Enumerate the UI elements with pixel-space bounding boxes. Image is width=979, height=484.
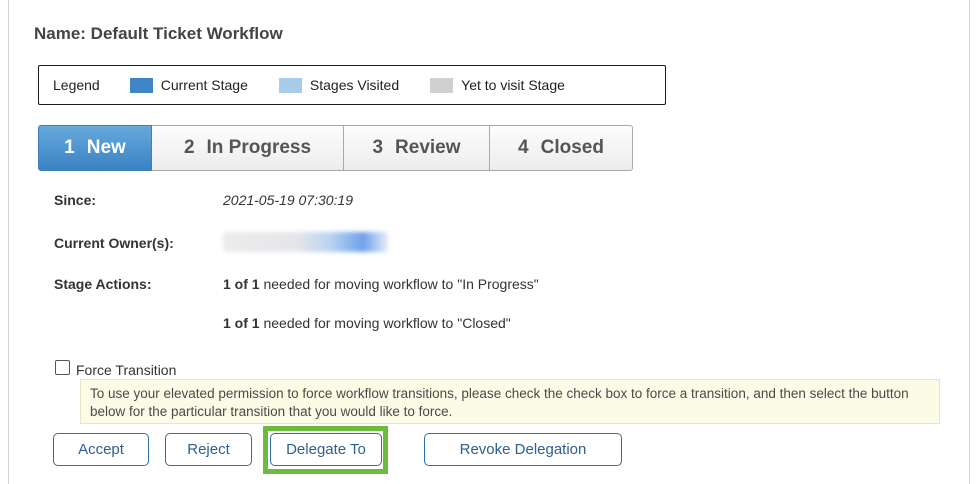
delegate-highlight-box xyxy=(263,426,388,474)
stage-number: 4 xyxy=(518,137,529,158)
stage-new[interactable]: 1 New xyxy=(38,125,152,171)
force-transition-note: To use your elevated permission to force… xyxy=(80,379,940,424)
stage-number: 1 xyxy=(64,137,75,158)
action-count: 1 of 1 xyxy=(223,276,260,292)
action-count: 1 of 1 xyxy=(223,315,260,331)
action-text: needed for moving workflow to "Closed" xyxy=(259,315,511,331)
stage-number: 2 xyxy=(183,137,195,158)
force-transition-row: Force Transition xyxy=(55,356,176,378)
legend-item-visited: Stages Visited xyxy=(278,77,400,93)
force-transition-label: Force Transition xyxy=(76,362,177,378)
stage-number: 3 xyxy=(372,137,384,158)
revoke-delegation-button[interactable]: Revoke Delegation xyxy=(424,433,622,466)
stage-actions-label: Stage Actions: xyxy=(54,276,152,292)
legend-item-yet-to-visit: Yet to visit Stage xyxy=(430,77,565,93)
legend-title: Legend xyxy=(53,77,100,93)
stage-action-item: 1 of 1 needed for moving workflow to "In… xyxy=(223,276,539,292)
stage-label: Review xyxy=(395,137,461,158)
owner-label: Current Owner(s): xyxy=(54,235,174,251)
accept-button[interactable]: Accept xyxy=(53,433,149,466)
stage-label: In Progress xyxy=(206,137,312,158)
legend-label-yet-to-visit: Yet to visit Stage xyxy=(461,77,565,93)
since-label: Since: xyxy=(54,192,97,208)
stage-action-item: 1 of 1 needed for moving workflow to "Cl… xyxy=(223,315,511,331)
legend-swatch-visited xyxy=(278,77,302,93)
force-transition-checkbox[interactable] xyxy=(55,359,70,375)
legend-box: Legend Current Stage Stages Visited Yet … xyxy=(38,65,666,105)
workflow-name: Name: Default Ticket Workflow xyxy=(34,24,283,43)
legend-item-current: Current Stage xyxy=(129,77,248,93)
legend-swatch-current xyxy=(129,77,153,93)
reject-button[interactable]: Reject xyxy=(165,433,252,466)
stage-tabs: 1 New 2 In Progress 3 Review 4 Closed xyxy=(38,125,633,171)
stage-closed[interactable]: 4 Closed xyxy=(490,125,633,171)
stage-in-progress[interactable]: 2 In Progress xyxy=(152,125,344,171)
stage-label: Closed xyxy=(540,137,604,158)
legend-swatch-yet-to-visit xyxy=(430,77,454,93)
owner-value-redacted xyxy=(223,232,388,252)
legend-label-visited: Stages Visited xyxy=(309,77,400,93)
stage-label: New xyxy=(86,137,126,158)
action-text: needed for moving workflow to "In Progre… xyxy=(259,276,539,292)
since-value: 2021-05-19 07:30:19 xyxy=(223,192,353,208)
legend-label-current: Current Stage xyxy=(160,77,248,93)
stage-review[interactable]: 3 Review xyxy=(344,125,490,171)
